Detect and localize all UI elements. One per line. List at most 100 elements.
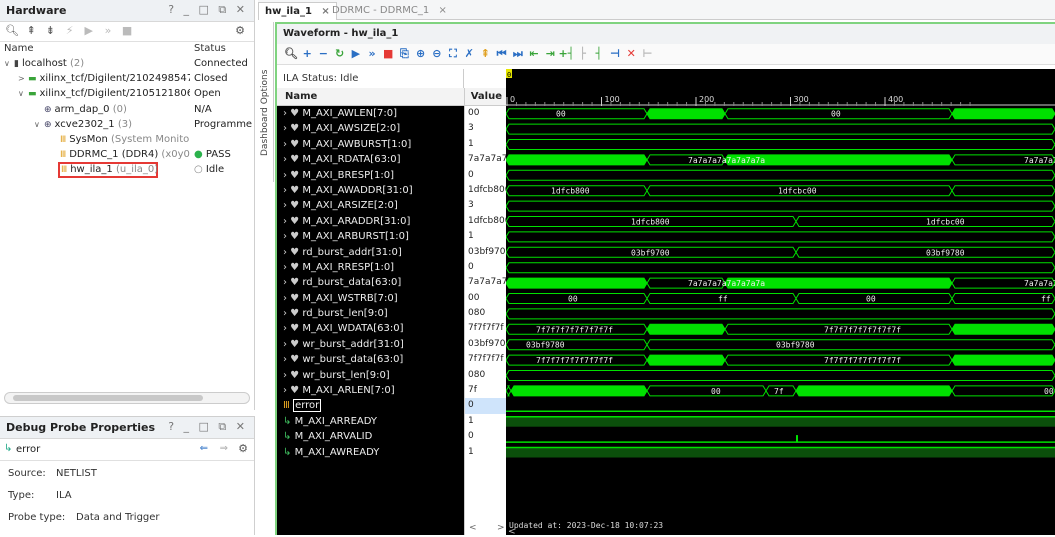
tree-item-detail: (2) [66, 58, 85, 69]
next-transition-icon[interactable]: ⇥ [542, 47, 558, 63]
back-icon[interactable]: ⇐ [200, 443, 208, 454]
tree-row-2[interactable]: ∨ ▬ xilinx_tcf/Digilent/2105121806 Open [0, 86, 254, 101]
signal-row[interactable]: ↳ M_AXI_ARVALID [277, 429, 464, 444]
panel-window-controls[interactable]: ? _ □ ⧉ ✕ [168, 3, 248, 17]
tree-row-5[interactable]: Ⅲ SysMon (System Monitor) [0, 132, 254, 147]
expand-all-icon[interactable]: ⇟ [42, 24, 58, 40]
prev-transition-icon[interactable]: ⇤ [526, 47, 542, 63]
signal-row[interactable]: › ♥ wr_burst_data[63:0] [277, 352, 464, 367]
tree-item-detail: (u_ila_0) [112, 164, 157, 176]
cursor-icon[interactable]: ✗ [461, 47, 477, 63]
bus-segment [506, 277, 648, 289]
expand-toggle-icon[interactable]: ∨ [4, 56, 14, 71]
signal-row[interactable]: › ♥ M_AXI_WDATA[63:0] [277, 321, 464, 336]
signal-value: 080 [468, 369, 486, 380]
delete-icon[interactable]: ✕ [623, 47, 639, 63]
signal-name: M_AXI_ARADDR[31:0] [302, 215, 411, 227]
tree-row-0[interactable]: ∨ ▮ localhost (2) Connected [0, 56, 254, 71]
waveform-canvas[interactable]: 0 0 100 200 300 400 00 00 7a7a7a7a7a7a7a7a 7a7a7a… [506, 69, 1055, 535]
wave-value-label: 1dfcb800 [551, 187, 590, 196]
auto-trigger-icon[interactable]: ↻ [332, 47, 348, 63]
scroll-right-icon[interactable]: > [497, 523, 505, 533]
stop-icon[interactable]: ■ [119, 24, 135, 40]
collapse-all-icon[interactable]: ⇞ [23, 24, 39, 40]
signal-row[interactable]: › ♥ M_AXI_ARBURST[1:0] [277, 229, 464, 244]
jtag-icon: ▬ [28, 89, 37, 100]
next-marker-icon[interactable]: ┤ [591, 47, 607, 63]
run-immediate-icon[interactable]: » [364, 47, 380, 63]
tree-row-7[interactable]: Ⅲhw_ila_1 (u_ila_0) ○ Idle [58, 162, 224, 178]
gear-icon[interactable]: ⚙ [232, 24, 248, 40]
collapse-icon[interactable]: ⊢ [639, 47, 655, 63]
signal-row[interactable]: Ⅲ error [277, 398, 464, 413]
signal-row[interactable]: › ♥ wr_burst_addr[31:0] [277, 337, 464, 352]
swap-icon[interactable]: ⊣ [607, 47, 623, 63]
expand-toggle-icon[interactable]: > [18, 71, 28, 86]
bus-segment [646, 339, 1055, 351]
zoom-fit-icon[interactable]: ⛶ [445, 47, 461, 63]
prev-marker-icon[interactable]: ├ [575, 47, 591, 63]
signal-row[interactable]: › ♥ rd_burst_addr[31:0] [277, 245, 464, 260]
signal-row[interactable]: ↳ M_AXI_ARREADY [277, 414, 464, 429]
signal-row[interactable]: › ♥ wr_burst_len[9:0] [277, 368, 464, 383]
probe-fields: Source: NETLIST Type: ILA Probe type: Data an… [0, 461, 254, 527]
tree-item-status: Connected [194, 58, 248, 69]
bus-segment [951, 293, 1055, 304]
signal-row[interactable]: › ♥ rd_burst_data[63:0] [277, 275, 464, 290]
expand-toggle-icon[interactable]: ∨ [18, 86, 28, 101]
expand-toggle-icon[interactable]: ∨ [34, 117, 44, 132]
remove-icon[interactable]: − [315, 47, 331, 63]
panel-window-controls[interactable]: ? _ □ ⧉ ✕ [168, 420, 248, 434]
auto-connect-icon[interactable]: ⚡︎ [62, 24, 78, 40]
tree-item-detail: (System Monitor) [107, 133, 190, 145]
signal-row[interactable]: › ♥ M_AXI_ARLEN[7:0] [277, 383, 464, 398]
run-immediate-icon[interactable]: » [100, 24, 116, 40]
signal-row[interactable]: ↳ M_AXI_AWREADY [277, 445, 464, 460]
gear-icon[interactable]: ⚙ [238, 442, 248, 455]
tree-row-6[interactable]: ⅢDDRMC_1 (DDR4) (x0y0) ● PASS [0, 147, 254, 162]
signal-name: M_AXI_WSTRB[7:0] [302, 292, 398, 304]
signal-row[interactable]: › ♥ M_AXI_AWLEN[7:0] [277, 106, 464, 121]
go-end-icon[interactable]: ⏭ [510, 47, 526, 63]
signal-row[interactable]: › ♥ M_AXI_RDATA[63:0] [277, 152, 464, 167]
search-icon[interactable]: 🔍︎ [4, 24, 20, 40]
signal-value: 0 [468, 261, 474, 272]
tree-row-3[interactable]: ⊕ arm_dap_0 (0) N/A [0, 102, 254, 117]
scroll-left-icon[interactable]: < [469, 523, 477, 533]
signal-row[interactable]: › ♥ M_AXI_BRESP[1:0] [277, 168, 464, 183]
signal-row[interactable]: › ♥ M_AXI_AWBURST[1:0] [277, 137, 464, 152]
signal-row[interactable]: › ♥ M_AXI_AWADDR[31:0] [277, 183, 464, 198]
add-icon[interactable]: + [299, 47, 315, 63]
dashboard-options-sidebar[interactable]: Dashboard Options [258, 22, 274, 182]
bus-icon: › ♥ [283, 261, 303, 273]
forward-icon[interactable]: ⇒ [220, 443, 228, 454]
run-trigger-icon[interactable]: ▶ [81, 24, 97, 40]
horizontal-scrollbar[interactable] [4, 392, 250, 404]
marker-icon[interactable]: ⇞ [477, 47, 493, 63]
tab-hw-ila-1[interactable]: hw_ila_1 × [258, 2, 337, 20]
signal-row[interactable]: › ♥ rd_burst_len[9:0] [277, 306, 464, 321]
signal-row[interactable]: › ♥ M_AXI_AWSIZE[2:0] [277, 121, 464, 136]
run-trigger-icon[interactable]: ▶ [348, 47, 364, 63]
stop-icon[interactable]: ■ [380, 47, 396, 63]
signal-row[interactable]: › ♥ M_AXI_RRESP[1:0] [277, 260, 464, 275]
go-start-icon[interactable]: ⏮ [494, 47, 510, 63]
zoom-in-icon[interactable]: ⊕ [413, 47, 429, 63]
signal-value: 3 [468, 200, 474, 211]
tab-ddrmc[interactable]: DDRMC - DDRMC_1 × [326, 2, 453, 20]
zoom-out-icon[interactable]: ⊖ [429, 47, 445, 63]
signal-row[interactable]: › ♥ M_AXI_ARSIZE[2:0] [277, 198, 464, 213]
waveform-toolbar: 🔍︎ + − ↻ ▶» ■ ⎘ ⊕ ⊖ ⛶ ✗ ⇞ ⏮ ⏭ ⇤ ⇥ +┤ ├ ┤ ⊣ ✕ ⊢ [277, 44, 1055, 65]
signal-row[interactable]: › ♥ M_AXI_WSTRB[7:0] [277, 291, 464, 306]
add-marker-icon[interactable]: +┤ [558, 47, 574, 63]
signal-name: wr_burst_addr[31:0] [302, 338, 404, 350]
bus-segment [506, 169, 1055, 181]
tree-row-4[interactable]: ∨ ⊕ xcve2302_1 (3) Programmed [0, 117, 254, 132]
scrollbar-thumb[interactable] [13, 395, 203, 401]
export-icon[interactable]: ⎘ [396, 47, 412, 63]
signal-row[interactable]: › ♥ M_AXI_ARADDR[31:0] [277, 214, 464, 229]
search-icon[interactable]: 🔍︎ [283, 47, 299, 63]
tree-row-1[interactable]: > ▬ xilinx_tcf/Digilent/2102498547 Closed [0, 71, 254, 86]
close-icon[interactable]: × [438, 5, 446, 16]
wave-scroll-left-icon[interactable]: < [508, 527, 516, 537]
